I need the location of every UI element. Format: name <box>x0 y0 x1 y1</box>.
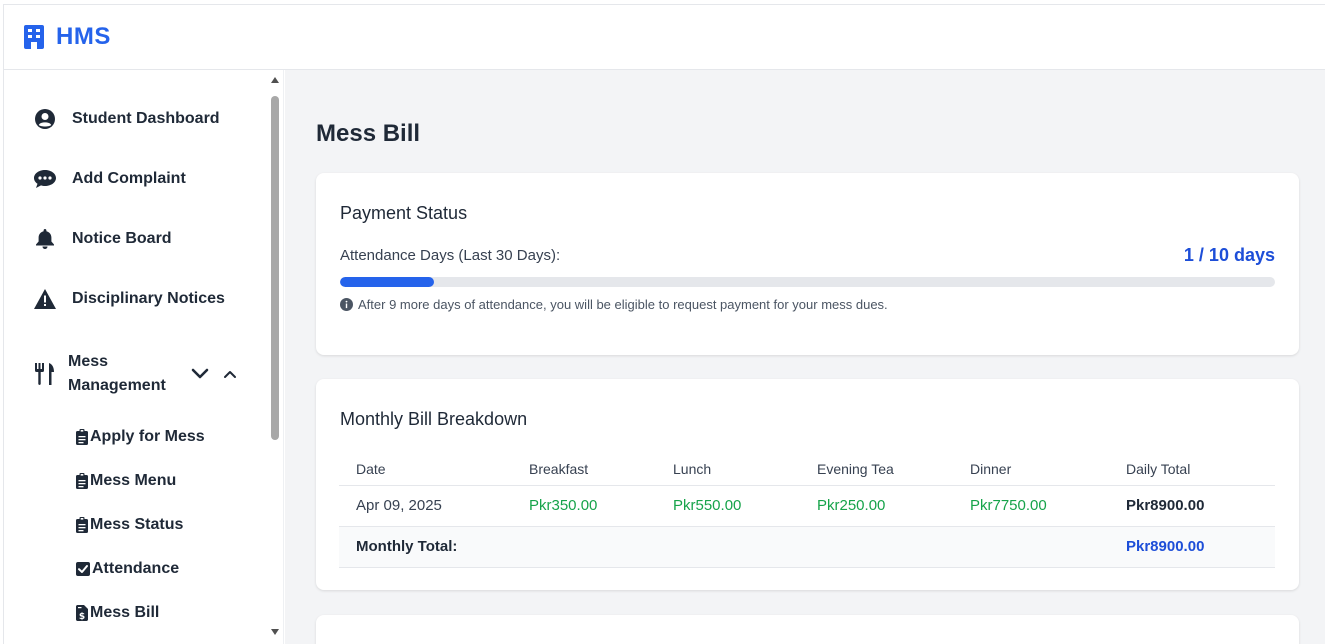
monthly-total-value: Pkr8900.00 <box>1109 526 1275 568</box>
eligibility-info: After 9 more days of attendance, you wil… <box>340 297 888 312</box>
clipboard-icon <box>76 517 89 533</box>
check-square-icon <box>76 561 91 577</box>
sidebar-item-add-complaint[interactable]: Add Complaint <box>34 164 186 194</box>
monthly-total-row: Monthly Total: Pkr8900.00 <box>339 526 1275 568</box>
sidebar-scrollbar[interactable] <box>268 77 282 637</box>
column-header-date: Date <box>339 453 512 486</box>
sidebar-item-student-dashboard[interactable]: Student Dashboard <box>34 104 220 134</box>
svg-text:$: $ <box>79 612 85 621</box>
sidebar-item-label: Add Complaint <box>72 170 186 187</box>
sidebar-subitem-label: Attendance <box>92 560 180 577</box>
progress-fill <box>340 277 434 287</box>
clipboard-icon <box>76 473 89 489</box>
scrollbar-thumb[interactable] <box>271 96 279 440</box>
attendance-progress-bar <box>340 277 1275 287</box>
sidebar-item-disciplinary-notices[interactable]: Disciplinary Notices <box>34 284 225 314</box>
cell-lunch: Pkr550.00 <box>656 485 800 527</box>
sidebar-subitem-apply-for-mess[interactable]: Apply for Mess <box>76 425 205 449</box>
sidebar-group-mess-management[interactable]: Mess Management <box>34 348 254 400</box>
sidebar-item-label: Student Dashboard <box>72 110 220 127</box>
column-header-daily-total: Daily Total <box>1109 453 1275 486</box>
sidebar: Student Dashboard Add Complaint Notice B… <box>4 70 284 644</box>
table-row: Apr 09, 2025 Pkr350.00 Pkr550.00 Pkr250.… <box>339 485 1275 527</box>
building-icon <box>24 25 46 49</box>
warning-triangle-icon <box>34 288 56 310</box>
sidebar-subitem-label: Mess Bill <box>90 604 160 621</box>
top-bar: HMS <box>4 5 1325 70</box>
monthly-bill-breakdown-card: Monthly Bill Breakdown Date Breakfast Lu… <box>316 379 1299 590</box>
sidebar-subitem-label: Mess Menu <box>90 472 177 489</box>
main-content: Mess Bill Payment Status Attendance Days… <box>285 70 1325 644</box>
utensils-icon <box>34 363 56 385</box>
file-invoice-dollar-icon: $ <box>76 605 89 621</box>
cell-daily-total: Pkr8900.00 <box>1109 485 1275 527</box>
cell-evening-tea: Pkr250.00 <box>800 485 953 527</box>
payment-status-card: Payment Status Attendance Days (Last 30 … <box>316 173 1299 355</box>
bill-breakdown-table: Date Breakfast Lunch Evening Tea Dinner … <box>339 453 1275 568</box>
cell-date: Apr 09, 2025 <box>339 485 512 527</box>
column-header-dinner: Dinner <box>953 453 1109 486</box>
scroll-down-arrow-icon[interactable] <box>271 629 279 635</box>
comment-dots-icon <box>34 168 56 190</box>
cell-dinner: Pkr7750.00 <box>953 485 1109 527</box>
page-title: Mess Bill <box>316 120 421 147</box>
sidebar-subitem-mess-bill[interactable]: $ Mess Bill <box>76 601 159 625</box>
column-header-lunch: Lunch <box>656 453 800 486</box>
sidebar-item-label: Disciplinary Notices <box>72 290 225 307</box>
attendance-value: 1 / 10 days <box>1183 245 1275 265</box>
sidebar-subitem-label: Mess Status <box>90 516 184 533</box>
info-circle-icon <box>340 298 354 312</box>
monthly-total-label: Monthly Total: <box>339 526 1109 568</box>
chevron-down-icon[interactable] <box>190 364 210 384</box>
eligibility-info-text: After 9 more days of attendance, you wil… <box>358 297 888 312</box>
column-header-breakfast: Breakfast <box>512 453 656 486</box>
sidebar-subitem-mess-status[interactable]: Mess Status <box>76 513 183 537</box>
cell-breakfast: Pkr350.00 <box>512 485 656 527</box>
app-window: HMS Student Dashboard Add Complaint Noti… <box>3 4 1325 644</box>
sidebar-subitem-attendance[interactable]: Attendance <box>76 557 179 581</box>
user-circle-icon <box>34 108 56 130</box>
sidebar-item-label: Notice Board <box>72 230 172 247</box>
card-title: Monthly Bill Breakdown <box>340 409 528 429</box>
chevron-up-icon[interactable] <box>220 364 240 384</box>
clipboard-icon <box>76 429 89 445</box>
attendance-label: Attendance Days (Last 30 Days): <box>340 247 561 264</box>
sidebar-subitem-label: Apply for Mess <box>90 428 205 445</box>
sidebar-item-notice-board[interactable]: Notice Board <box>34 224 172 254</box>
sidebar-subitem-mess-menu[interactable]: Mess Menu <box>76 469 176 493</box>
bell-icon <box>34 228 56 250</box>
brand-logo-text[interactable]: HMS <box>56 23 111 51</box>
column-header-evening-tea: Evening Tea <box>800 453 953 486</box>
table-header-row: Date Breakfast Lunch Evening Tea Dinner … <box>339 453 1275 486</box>
scroll-up-arrow-icon[interactable] <box>271 77 279 83</box>
sidebar-group-label: Mess Management <box>68 353 166 394</box>
card-title: Payment Status <box>340 203 468 223</box>
next-card <box>316 615 1299 644</box>
